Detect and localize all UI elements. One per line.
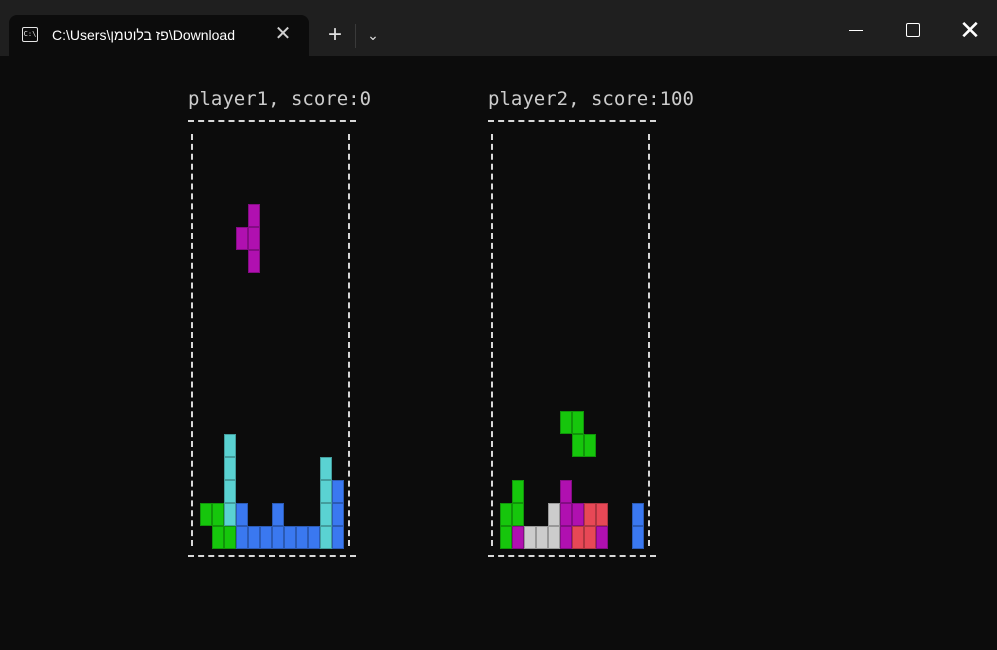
terminal-output[interactable]: player1, score:0 player2, score:100 xyxy=(0,56,997,650)
tetris-block xyxy=(572,503,584,526)
board-player2 xyxy=(488,112,658,622)
board-right-wall xyxy=(348,134,350,546)
tetris-block xyxy=(296,526,308,549)
tetris-block xyxy=(224,480,236,503)
tetris-block xyxy=(320,526,332,549)
board-left-wall xyxy=(491,134,493,546)
tetris-block xyxy=(548,503,560,526)
tetris-block xyxy=(332,503,344,526)
board-left-wall xyxy=(191,134,193,546)
tetris-block xyxy=(224,503,236,526)
tetris-block xyxy=(212,503,224,526)
tetris-block xyxy=(224,457,236,480)
tetris-block xyxy=(512,480,524,503)
player1-score: player1, score:0 xyxy=(188,88,372,110)
tetris-block xyxy=(320,503,332,526)
tetris-block xyxy=(560,411,572,434)
tetris-block xyxy=(596,526,608,549)
tetris-block xyxy=(500,503,512,526)
tetris-block xyxy=(248,204,260,227)
tetris-block xyxy=(272,526,284,549)
tetris-block xyxy=(560,503,572,526)
tetris-block xyxy=(308,526,320,549)
tetris-block xyxy=(224,526,236,549)
terminal-icon: C:\ xyxy=(22,27,38,42)
tetris-block xyxy=(320,457,332,480)
tab-title: C:\Users\פז בלוטמן\Download xyxy=(52,27,235,43)
tab-separator xyxy=(355,24,356,48)
board-right-wall xyxy=(648,134,650,546)
plus-icon[interactable]: + xyxy=(322,23,348,47)
tetris-block xyxy=(332,526,344,549)
tetris-block xyxy=(584,503,596,526)
tetris-block xyxy=(248,250,260,273)
tetris-block xyxy=(584,526,596,549)
tetris-block xyxy=(224,434,236,457)
tetris-block xyxy=(632,503,644,526)
tetris-block xyxy=(560,526,572,549)
tetris-block xyxy=(332,480,344,503)
tetris-block xyxy=(248,526,260,549)
tetris-block xyxy=(548,526,560,549)
tetris-block xyxy=(596,503,608,526)
chevron-down-icon[interactable]: ⌄ xyxy=(362,24,384,46)
tetris-block xyxy=(236,503,248,526)
board-bottom-border xyxy=(488,555,656,557)
tetris-block xyxy=(512,526,524,549)
tetris-block xyxy=(212,526,224,549)
tetris-block xyxy=(320,480,332,503)
board-bottom-border xyxy=(188,555,356,557)
tetris-block xyxy=(536,526,548,549)
tetris-block xyxy=(260,526,272,549)
tetris-block xyxy=(200,503,212,526)
close-icon[interactable]: ✕ xyxy=(955,16,985,44)
maximize-icon[interactable] xyxy=(897,16,927,44)
board-top-border xyxy=(488,120,656,122)
board-top-border xyxy=(188,120,356,122)
terminal-tab[interactable]: C:\ C:\Users\פז בלוטמן\Download ✕ xyxy=(9,15,309,56)
board-player1 xyxy=(188,112,358,622)
tetris-block xyxy=(572,411,584,434)
tetris-block xyxy=(572,526,584,549)
minimize-icon[interactable] xyxy=(841,16,871,44)
close-icon[interactable]: ✕ xyxy=(273,24,293,44)
tetris-block xyxy=(236,227,248,250)
tetris-block xyxy=(560,480,572,503)
tetris-block xyxy=(584,434,596,457)
tetris-block xyxy=(524,526,536,549)
tetris-block xyxy=(236,526,248,549)
tetris-block xyxy=(248,227,260,250)
tetris-block xyxy=(284,526,296,549)
tetris-block xyxy=(512,503,524,526)
tetris-block xyxy=(272,503,284,526)
player2-score: player2, score:100 xyxy=(488,88,694,110)
tetris-block xyxy=(500,526,512,549)
tetris-block xyxy=(632,526,644,549)
tetris-block xyxy=(572,434,584,457)
title-bar: C:\ C:\Users\פז בלוטמן\Download ✕ + ⌄ ✕ xyxy=(0,0,997,56)
